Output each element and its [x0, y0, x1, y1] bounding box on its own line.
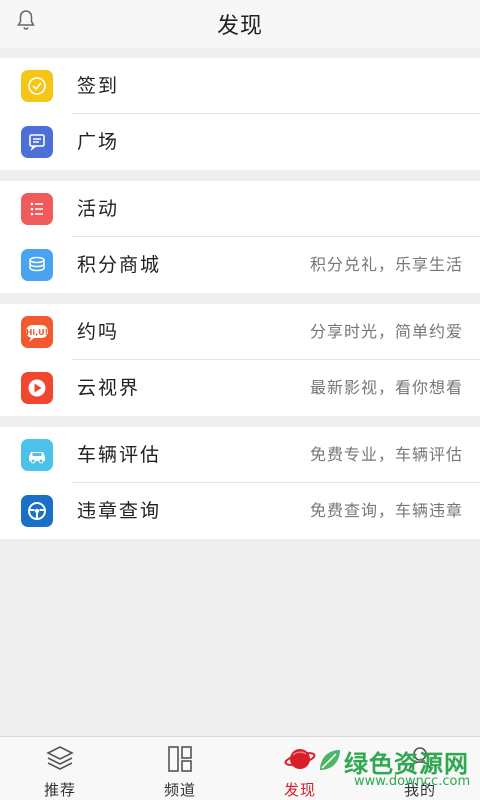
menu-group-3: Hi,U! 约吗 分享时光，简单约爱 云视界 最新影视，看你想看 — [0, 304, 480, 416]
checkin-icon — [21, 70, 53, 102]
svg-text:Hi,U!: Hi,U! — [26, 328, 49, 337]
menu-item-desc: 最新影视，看你想看 — [309, 378, 463, 397]
activity-icon — [21, 193, 53, 225]
menu-item-desc: 分享时光，简单约爱 — [309, 322, 463, 341]
square-icon — [21, 126, 53, 158]
bell-icon[interactable] — [14, 8, 38, 32]
menu-item-activity[interactable]: 活动 — [0, 181, 480, 237]
tab-recommend[interactable]: 推荐 — [0, 737, 120, 800]
menu-item-desc: 免费专业，车辆评估 — [309, 445, 463, 464]
channel-grid-icon — [168, 746, 192, 772]
planet-icon — [284, 749, 316, 769]
menu-item-label: 违章查询 — [77, 500, 162, 522]
menu-item-dating[interactable]: Hi,U! 约吗 分享时光，简单约爱 — [0, 304, 480, 360]
menu-group-1: 签到 广场 — [0, 58, 480, 170]
tab-channel[interactable]: 频道 — [120, 737, 240, 800]
menu-group-2: 活动 积分商城 积分兑礼，乐享生活 — [0, 181, 480, 293]
menu-item-car-evaluation[interactable]: 车辆评估 免费专业，车辆评估 — [0, 427, 480, 483]
menu-item-square[interactable]: 广场 — [0, 114, 480, 170]
menu-item-checkin[interactable]: 签到 — [0, 58, 480, 114]
menu-item-violation-query[interactable]: 违章查询 免费查询，车辆违章 — [0, 483, 480, 539]
tab-label: 频道 — [163, 781, 196, 799]
menu-item-desc: 免费查询，车辆违章 — [309, 501, 463, 520]
menu-item-desc: 积分兑礼，乐享生活 — [309, 255, 463, 274]
video-icon — [21, 372, 53, 404]
menu-item-label: 车辆评估 — [77, 444, 162, 466]
car-icon — [21, 439, 53, 471]
steering-wheel-icon — [21, 495, 53, 527]
menu-group-4: 车辆评估 免费专业，车辆评估 违章查询 免费查询，车辆违章 — [0, 427, 480, 539]
menu-item-label: 签到 — [77, 75, 120, 97]
menu-item-label: 云视界 — [77, 377, 141, 399]
discover-list: 签到 广场 活动 积分商城 积分兑礼，乐享生活 Hi,U! 约吗 分享时光，简单… — [0, 48, 480, 539]
menu-item-label: 积分商城 — [77, 254, 162, 276]
dating-icon: Hi,U! — [21, 316, 53, 348]
site-watermark: 绿色资源网 www.downcc.com — [316, 744, 476, 796]
watermark-url: www.downcc.com — [354, 774, 471, 789]
menu-item-cloud-video[interactable]: 云视界 最新影视，看你想看 — [0, 360, 480, 416]
tab-label: 推荐 — [43, 781, 76, 799]
menu-item-label: 活动 — [77, 198, 120, 220]
menu-item-points-mall[interactable]: 积分商城 积分兑礼，乐享生活 — [0, 237, 480, 293]
menu-item-label: 广场 — [77, 131, 120, 153]
points-mall-icon — [21, 249, 53, 281]
page-title: 发现 — [216, 14, 263, 39]
leaf-logo-icon — [320, 750, 340, 770]
menu-item-label: 约吗 — [77, 321, 120, 343]
layers-icon — [46, 746, 74, 770]
top-bar: 发现 — [0, 0, 480, 48]
